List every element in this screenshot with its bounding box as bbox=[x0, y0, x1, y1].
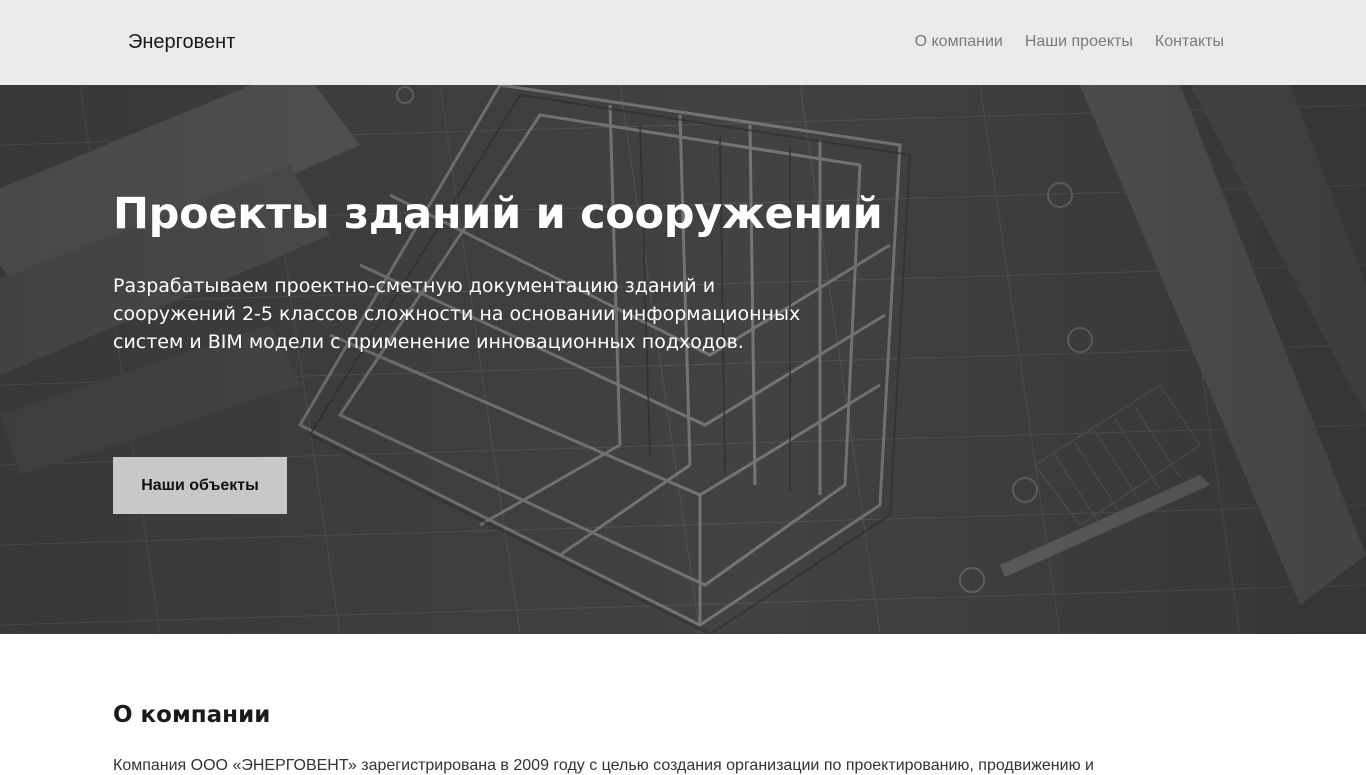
about-section-text: Компания ООО «ЭНЕРГОВЕНТ» зарегистрирова… bbox=[113, 757, 1094, 774]
brand-logo-link[interactable]: Энерговент bbox=[128, 31, 235, 54]
hero-title: Проекты зданий и сооружений bbox=[113, 189, 883, 239]
hero-overlay bbox=[0, 85, 1366, 634]
nav-link-contacts[interactable]: Контакты bbox=[1155, 33, 1224, 51]
top-navbar: Энерговент О компании Наши проекты Конта… bbox=[0, 0, 1366, 85]
nav-link-projects[interactable]: Наши проекты bbox=[1025, 33, 1133, 51]
about-section-title: О компании bbox=[113, 702, 271, 728]
hero-section: Проекты зданий и сооружений Разрабатывае… bbox=[0, 85, 1366, 634]
hero-description: Разрабатываем проектно-сметную документа… bbox=[113, 275, 801, 353]
main-nav: О компании Наши проекты Контакты bbox=[915, 33, 1224, 51]
nav-link-about[interactable]: О компании bbox=[915, 33, 1003, 51]
our-objects-button[interactable]: Наши объекты bbox=[113, 457, 287, 514]
